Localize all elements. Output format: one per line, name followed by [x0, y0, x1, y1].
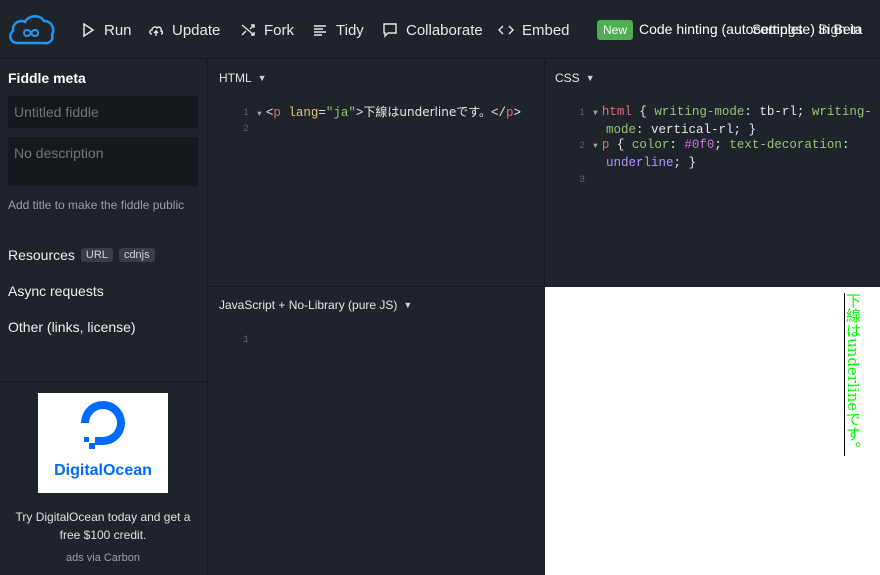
settings-button[interactable]: Settings	[752, 21, 803, 37]
vertical-divider[interactable]	[544, 60, 545, 287]
fork-label: Fork	[264, 21, 294, 39]
resources-section[interactable]: Resources URL cdnjs	[8, 247, 155, 263]
digitalocean-logo-icon: DigitalOcean	[54, 401, 152, 479]
html-panel[interactable]: HTML ▼ 1 2 ▼ <p lang="ja">下線はunderlineです。…	[209, 60, 544, 286]
result-vertical-text: 下線はunderlineです。	[844, 293, 862, 457]
js-panel-title: JavaScript + No-Library (pure JS)	[219, 298, 398, 312]
html-code-line[interactable]: ▼ <p lang="ja">下線はunderlineです。</p>	[257, 104, 521, 123]
js-panel[interactable]: JavaScript + No-Library (pure JS) ▼ 1	[209, 287, 544, 575]
fiddle-meta-title: Fiddle meta	[8, 70, 86, 86]
shuffle-icon	[241, 24, 255, 36]
horizontal-divider[interactable]	[209, 286, 545, 287]
jsfiddle-logo-icon[interactable]	[6, 11, 56, 49]
sign-in-link[interactable]: Sign in	[818, 21, 861, 37]
html-panel-title: HTML	[219, 71, 252, 85]
fold-arrow-icon[interactable]: ▼	[593, 109, 598, 118]
url-pill[interactable]: URL	[80, 248, 113, 262]
tidy-button[interactable]: Tidy	[312, 19, 364, 41]
sidebar-divider	[0, 381, 208, 382]
resources-label: Resources	[8, 247, 75, 263]
code-brackets-icon	[498, 25, 514, 35]
chat-bubble-icon	[383, 23, 397, 38]
fiddle-title-input[interactable]	[8, 96, 198, 128]
other-links-license[interactable]: Other (links, license)	[8, 319, 136, 335]
embed-button[interactable]: Embed	[498, 19, 570, 41]
sidebar: Fiddle meta Add title to make the fiddle…	[0, 59, 208, 575]
line-number: 1	[242, 335, 249, 346]
async-requests-link[interactable]: Async requests	[8, 283, 104, 299]
line-number: 2	[242, 124, 249, 135]
js-panel-header[interactable]: JavaScript + No-Library (pure JS) ▼	[219, 298, 412, 312]
public-hint: Add title to make the fiddle public	[8, 198, 185, 212]
cdnjs-pill[interactable]: cdnjs	[118, 248, 155, 262]
css-code-line-2[interactable]: ▼ p { color: #0f0; text-decoration: underl…	[593, 137, 877, 172]
css-code-line-1[interactable]: ▼ html { writing-mode: tb-rl; writing-mod…	[593, 104, 877, 139]
collaborate-label: Collaborate	[406, 21, 483, 39]
css-panel-title: CSS	[555, 71, 580, 85]
tidy-label: Tidy	[336, 21, 364, 39]
collaborate-button[interactable]: Collaborate	[382, 19, 483, 41]
run-button[interactable]: Run	[80, 19, 132, 41]
css-panel-header[interactable]: CSS ▼	[555, 71, 595, 85]
fork-button[interactable]: Fork	[240, 19, 294, 41]
digitalocean-ad-image[interactable]: DigitalOcean	[38, 393, 168, 493]
ad-brand-text: DigitalOcean	[54, 462, 152, 479]
embed-label: Embed	[522, 21, 570, 39]
result-panel[interactable]: 下線はunderlineです。	[545, 287, 880, 575]
play-icon	[83, 22, 95, 38]
ads-via-carbon[interactable]: ads via Carbon	[8, 552, 198, 564]
chevron-down-icon[interactable]: ▼	[403, 300, 412, 310]
fold-arrow-icon[interactable]: ▼	[257, 110, 262, 119]
chevron-down-icon[interactable]: ▼	[586, 73, 595, 83]
line-number: 1	[578, 108, 585, 119]
top-toolbar: Run Update Fork Tidy Collaborate Embed N…	[0, 0, 880, 59]
chevron-down-icon[interactable]: ▼	[258, 73, 267, 83]
cloud-upload-icon	[149, 26, 164, 36]
run-label: Run	[104, 21, 132, 39]
new-badge: New	[597, 20, 634, 40]
update-button[interactable]: Update	[148, 19, 220, 41]
align-left-icon	[314, 25, 326, 36]
update-label: Update	[172, 21, 221, 39]
line-number: 2	[578, 141, 585, 152]
html-panel-header[interactable]: HTML ▼	[219, 71, 267, 85]
line-number: 1	[242, 108, 249, 119]
css-panel[interactable]: CSS ▼ 1 2 3 ▼ html { writing-mode: tb-rl;…	[545, 60, 880, 286]
ad-text[interactable]: Try DigitalOcean today and get a free $1…	[8, 508, 198, 544]
line-number: 3	[578, 175, 585, 186]
fold-arrow-icon[interactable]: ▼	[593, 142, 598, 151]
fiddle-description-input[interactable]	[8, 137, 198, 186]
